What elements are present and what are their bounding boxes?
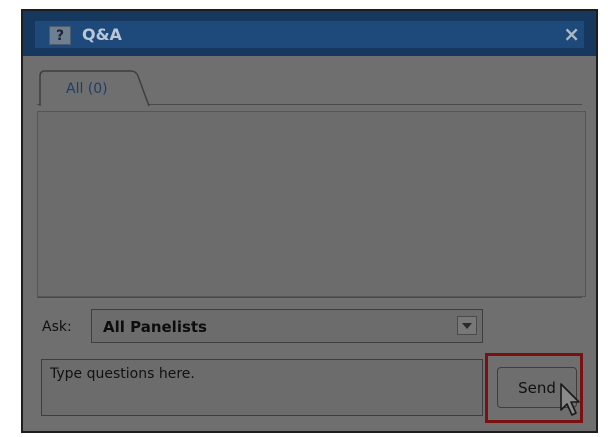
ask-recipient-select[interactable]: All Panelists — [91, 309, 483, 343]
window-title: Q&A — [82, 25, 122, 44]
divider — [37, 297, 582, 298]
help-icon[interactable]: ? — [49, 26, 71, 45]
tab-all[interactable]: All (0) — [39, 70, 151, 106]
qa-window: ? Q&A × All (0) Ask: All Panelists Send — [21, 9, 598, 433]
mouse-pointer-icon — [560, 383, 580, 416]
dropdown-arrow-icon[interactable] — [457, 316, 477, 335]
chevron-down-icon — [462, 323, 472, 329]
title-bar-inner: ? Q&A × — [35, 21, 584, 48]
tab-strip: All (0) — [23, 56, 596, 106]
close-icon[interactable]: × — [563, 22, 580, 46]
question-input[interactable] — [41, 359, 483, 416]
ask-recipient-value: All Panelists — [103, 318, 207, 336]
title-bar: ? Q&A × — [23, 11, 596, 57]
ask-label: Ask: — [42, 319, 72, 335]
questions-list-area — [37, 111, 586, 297]
tab-all-label: All (0) — [66, 81, 108, 97]
